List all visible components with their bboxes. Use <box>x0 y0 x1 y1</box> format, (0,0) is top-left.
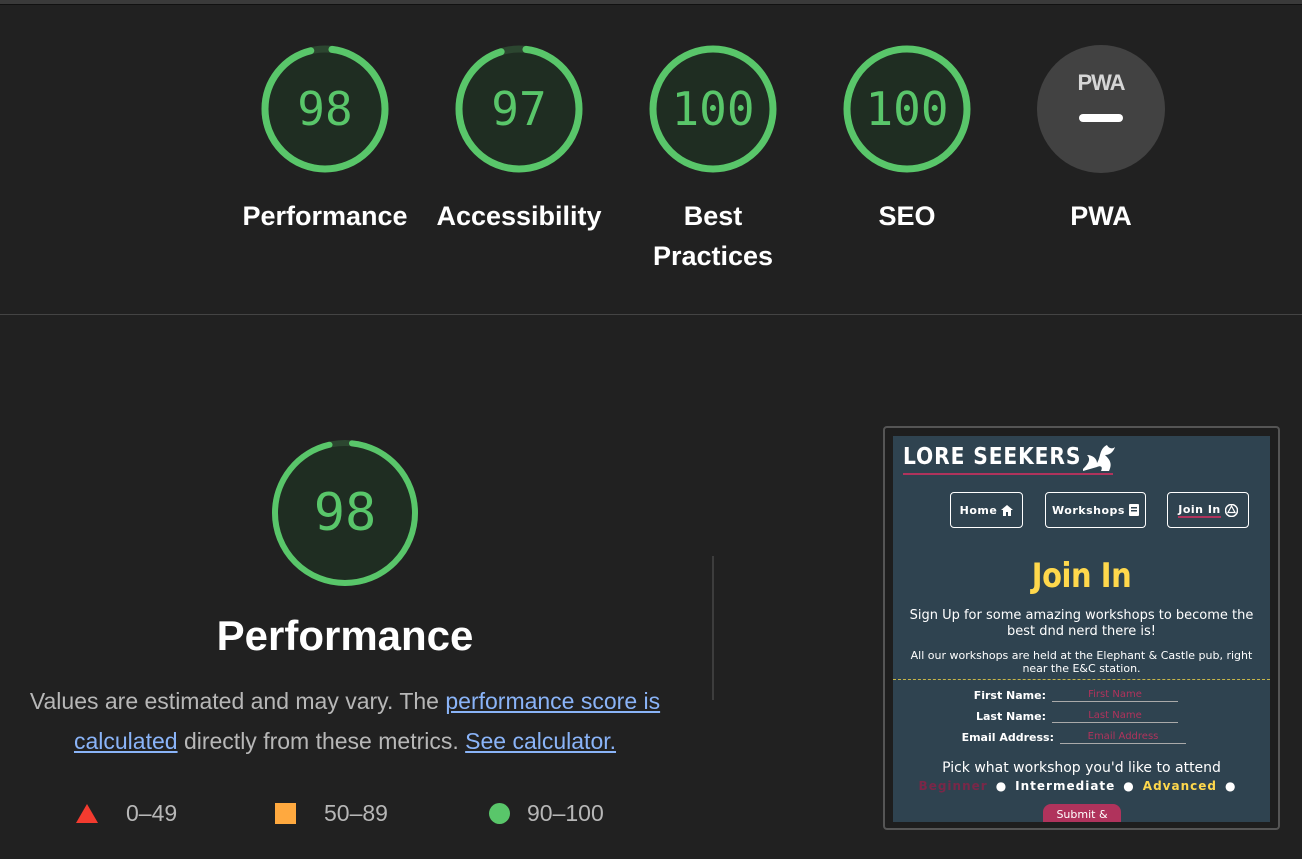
gauge-label: Performance <box>242 201 408 231</box>
score-ring: 98 <box>261 45 389 173</box>
score-ring: 100 <box>843 45 971 173</box>
legend-pass: 90–100 <box>489 796 604 830</box>
last-name-field: Last Name <box>1052 709 1178 723</box>
nav-home-button: Home <box>950 492 1023 528</box>
gauge-accessibility[interactable]: 97 Accessibility <box>424 44 614 236</box>
vertical-divider <box>712 556 714 700</box>
venue-note: All our workshops are held at the Elepha… <box>910 649 1253 675</box>
performance-score-gauge: 98 <box>272 440 418 586</box>
pwa-dash-icon <box>1079 114 1123 122</box>
orange-square-icon <box>275 802 296 824</box>
level-intermediate: Intermediate <box>1015 779 1116 793</box>
pick-workshop-text: Pick what workshop you'd like to attend <box>942 760 1221 776</box>
gauge-seo[interactable]: 100 SEO <box>812 44 1002 236</box>
performance-title: Performance <box>216 612 474 659</box>
gauge-label: Accessibility <box>436 201 602 231</box>
first-name-row: First Name: First Name <box>933 686 1178 702</box>
bullet-icon: ● <box>995 779 1008 793</box>
gauge-pwa[interactable]: PWA PWA <box>1006 44 1196 236</box>
intro-text: Sign Up for some amazing workshops to be… <box>909 608 1254 639</box>
submit-button: Submit & <box>1043 804 1121 822</box>
join-heading: Join In <box>1031 556 1132 596</box>
score-value: 100 <box>671 82 754 136</box>
nav-label: Join In <box>1178 502 1221 518</box>
desc-text: directly from these metrics. <box>177 728 466 754</box>
performance-description: Values are estimated and may vary. The p… <box>20 681 670 761</box>
score-legend: 0–49 50–89 90–100 <box>74 796 674 830</box>
nav-workshops-button: Workshops <box>1045 492 1146 528</box>
score-ring: 97 <box>455 45 583 173</box>
bullet-icon: ● <box>1224 779 1237 793</box>
site-brand: LORE SEEKERS <box>903 444 1082 470</box>
gauge-label: Best Practices <box>652 201 774 271</box>
bullet-icon: ● <box>1123 779 1135 793</box>
legend-average: 50–89 <box>275 796 388 830</box>
score-value: 98 <box>297 82 352 136</box>
field-label: Last Name: <box>975 710 1046 723</box>
last-name-row: Last Name: Last Name <box>933 707 1178 723</box>
book-icon <box>1128 504 1139 516</box>
dragon-logo-icon <box>1083 445 1115 471</box>
field-label: First Name: <box>973 689 1046 702</box>
section-divider <box>0 314 1302 315</box>
green-circle-icon <box>489 802 510 824</box>
dashed-separator <box>893 679 1270 680</box>
pwa-logo-text: PWA <box>1077 70 1125 95</box>
level-advanced: Advanced <box>1142 779 1217 793</box>
email-field: Email Address <box>1060 730 1186 744</box>
level-beginner: Beginner <box>918 779 988 793</box>
score-value: 100 <box>865 82 948 136</box>
nav-label: Workshops <box>1052 503 1125 517</box>
top-border <box>0 0 1302 5</box>
pwa-badge-icon: PWA <box>1037 45 1165 173</box>
nav-label: Home <box>959 503 998 517</box>
home-icon <box>1001 504 1014 516</box>
nav-join-in-button: Join In <box>1167 492 1249 528</box>
gauge-best-practices[interactable]: 100 Best Practices <box>618 44 808 276</box>
score-value: 97 <box>491 82 546 136</box>
category-gauges: 98 Performance 97 Accessibility 100 Best… <box>228 44 1168 284</box>
gauge-label: PWA <box>1070 201 1132 231</box>
first-name-field: First Name <box>1052 688 1178 702</box>
field-label: Email Address: <box>961 731 1054 744</box>
score-ring: 100 <box>649 45 777 173</box>
see-calculator-link[interactable]: See calculator. <box>465 728 616 754</box>
final-screenshot: LORE SEEKERS Home Workshops Join In Join… <box>893 436 1270 822</box>
gauge-label: SEO <box>878 201 936 231</box>
legend-fail: 0–49 <box>76 796 177 830</box>
dice-icon <box>1224 503 1238 517</box>
email-row: Email Address: Email Address <box>933 728 1186 744</box>
red-triangle-icon <box>76 803 98 823</box>
legend-range: 50–89 <box>324 799 388 826</box>
desc-text: Values are estimated and may vary. The <box>29 688 446 714</box>
performance-score-value: 98 <box>314 483 377 543</box>
legend-range: 90–100 <box>527 799 604 826</box>
final-screenshot-frame[interactable]: LORE SEEKERS Home Workshops Join In Join… <box>883 426 1280 830</box>
gauge-performance[interactable]: 98 Performance <box>230 44 420 236</box>
workshop-levels: Beginner ● Intermediate ● Advanced ● <box>893 779 1270 793</box>
legend-range: 0–49 <box>126 799 178 826</box>
